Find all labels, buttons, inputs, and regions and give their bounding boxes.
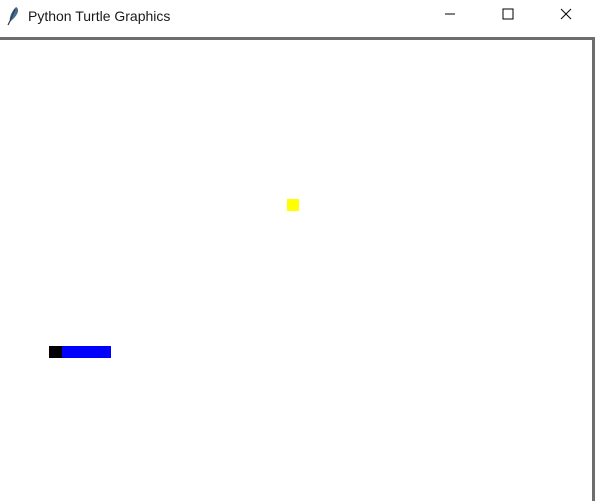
canvas-frame xyxy=(0,37,595,501)
minimize-icon xyxy=(444,7,456,25)
snake-body xyxy=(62,346,111,358)
food-square xyxy=(287,199,299,211)
turtle-canvas[interactable] xyxy=(0,40,592,501)
window-title: Python Turtle Graphics xyxy=(28,8,171,24)
close-button[interactable] xyxy=(537,0,595,32)
minimize-button[interactable] xyxy=(421,0,479,32)
maximize-button[interactable] xyxy=(479,0,537,32)
title-bar[interactable]: Python Turtle Graphics xyxy=(0,0,595,32)
turtle-graphics-window: Python Turtle Graphics xyxy=(0,0,595,501)
feather-icon xyxy=(5,6,21,26)
snake-head xyxy=(49,346,62,358)
maximize-icon xyxy=(502,7,514,25)
close-icon xyxy=(560,7,572,25)
